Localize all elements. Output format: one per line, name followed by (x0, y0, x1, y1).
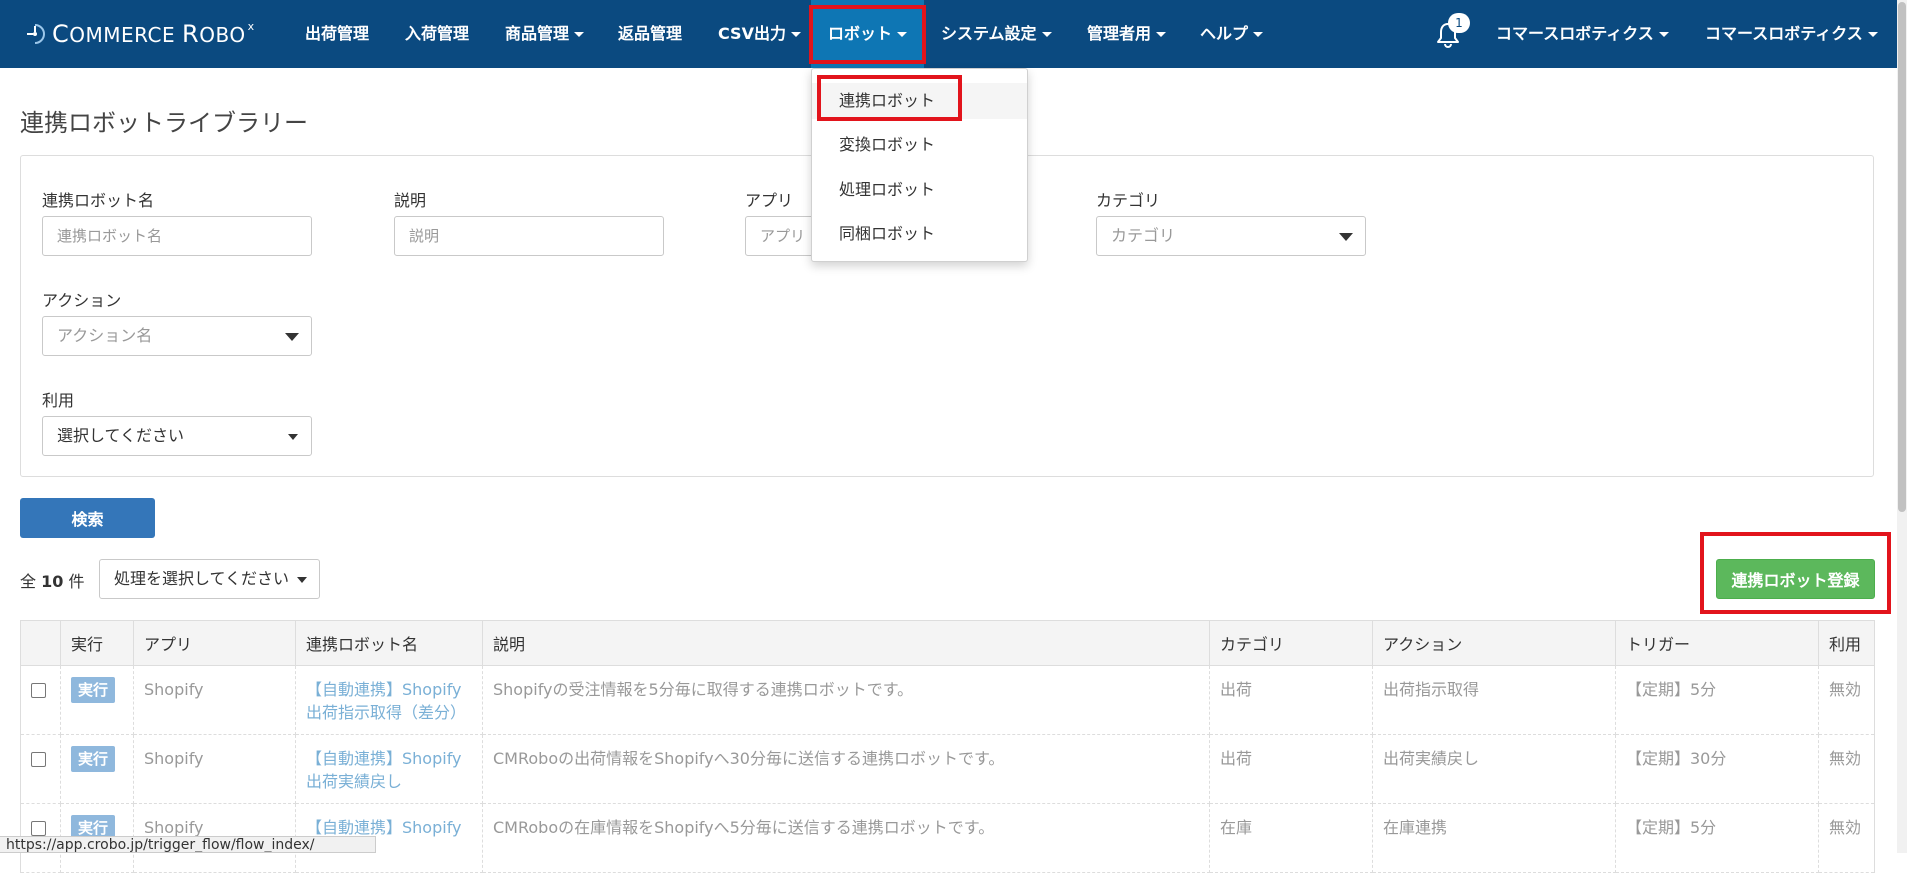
logo-text: COMMERCE ROBO x (52, 20, 255, 48)
row-description: CMRoboの在庫情報をShopifyへ5分毎に送信する連携ロボットです。 (482, 803, 1210, 873)
dropdown-item-link-robot[interactable]: 連携ロボット (812, 83, 1027, 119)
row-action: 出荷実績戻し (1372, 734, 1616, 804)
nav-system-settings[interactable]: システム設定 (941, 0, 1052, 68)
description-label: 説明 (394, 191, 427, 210)
header-usage[interactable]: 利用 (1818, 620, 1875, 666)
dropdown-item-bundle-robot[interactable]: 同梱ロボット (812, 216, 1027, 252)
row-category: 出荷 (1209, 665, 1373, 735)
dropdown-item-process-robot[interactable]: 処理ロボット (812, 172, 1027, 208)
process-select[interactable]: 処理を選択してください (99, 559, 320, 599)
logo-mark-icon (27, 24, 45, 44)
caret-down-icon (285, 333, 299, 341)
row-usage: 無効 (1818, 734, 1875, 804)
chevron-down-icon (892, 24, 907, 43)
scrollbar-thumb[interactable] (1898, 2, 1906, 512)
row-app: Shopify (133, 665, 296, 735)
nav-csv-export[interactable]: CSV出力 (718, 0, 801, 68)
row-trigger: 【定期】5分 (1615, 803, 1819, 873)
category-label: カテゴリ (1096, 191, 1161, 210)
action-label: アクション (42, 291, 122, 310)
nav-products[interactable]: 商品管理 (505, 0, 584, 68)
dropdown-item-convert-robot[interactable]: 変換ロボット (812, 127, 1027, 163)
row-checkbox[interactable] (31, 683, 46, 698)
row-usage: 無効 (1818, 665, 1875, 735)
nav-shipping[interactable]: 出荷管理 (305, 0, 369, 68)
header-run: 実行 (60, 620, 134, 666)
row-action: 出荷指示取得 (1372, 665, 1616, 735)
chevron-down-icon (1151, 24, 1166, 43)
usage-label: 利用 (42, 391, 75, 410)
chevron-down-icon (569, 24, 584, 43)
table-row: 実行 Shopify 【自動連携】Shopify出荷指示取得（差分） Shopi… (20, 665, 1875, 735)
caret-down-icon (1339, 233, 1353, 241)
row-checkbox[interactable] (31, 752, 46, 767)
nav-user-menu-1[interactable]: コマースロボティクス (1496, 0, 1669, 68)
nav-help[interactable]: ヘルプ (1200, 0, 1263, 68)
chevron-down-icon (1248, 24, 1263, 43)
table-row: 実行 Shopify 【自動連携】Shopify出荷実績戻し CMRoboの出荷… (20, 734, 1875, 804)
nav-receiving[interactable]: 入荷管理 (405, 0, 469, 68)
result-count: 全 10 件 (20, 572, 85, 591)
table-header-row: 実行 アプリ 連携ロボット名 説明 カテゴリ アクション トリガー 利用 (20, 620, 1875, 666)
action-select[interactable]: アクション名 (42, 316, 312, 356)
row-app: Shopify (133, 734, 296, 804)
header-action[interactable]: アクション (1372, 620, 1616, 666)
page-title: 連携ロボットライブラリー (20, 109, 308, 137)
run-button[interactable]: 実行 (71, 746, 116, 772)
row-category: 在庫 (1209, 803, 1373, 873)
nav-robot[interactable]: ロボット (811, 0, 924, 68)
row-robot-name-link[interactable]: 【自動連携】Shopify出荷実績戻し (295, 734, 483, 804)
page-scrollbar[interactable] (1897, 0, 1907, 853)
chevron-down-icon (1654, 24, 1669, 43)
top-navbar: COMMERCE ROBO x 出荷管理 入荷管理 商品管理 返品管理 CSV出力… (0, 0, 1907, 68)
usage-select[interactable]: 選択してください (42, 416, 312, 456)
header-robot-name[interactable]: 連携ロボット名 (295, 620, 483, 666)
run-button[interactable]: 実行 (71, 677, 116, 703)
browser-status-url: https://app.crobo.jp/trigger_flow/flow_i… (0, 836, 376, 853)
row-robot-name-link[interactable]: 【自動連携】Shopify出荷指示取得（差分） (295, 665, 483, 735)
robot-name-label: 連携ロボット名 (42, 191, 155, 210)
header-description[interactable]: 説明 (482, 620, 1210, 666)
row-trigger: 【定期】30分 (1615, 734, 1819, 804)
row-usage: 無効 (1818, 803, 1875, 873)
nav-admin[interactable]: 管理者用 (1087, 0, 1166, 68)
caret-down-icon (288, 434, 298, 440)
nav-user-menu-2[interactable]: コマースロボティクス (1705, 0, 1878, 68)
chevron-down-icon (1863, 24, 1878, 43)
row-action: 在庫連携 (1372, 803, 1616, 873)
header-select (20, 620, 61, 666)
chevron-down-icon (786, 24, 801, 43)
chevron-down-icon (1037, 24, 1052, 43)
robot-dropdown-menu: 連携ロボット 変換ロボット 処理ロボット 同梱ロボット (811, 68, 1028, 262)
register-link-robot-button[interactable]: 連携ロボット登録 (1716, 559, 1875, 599)
description-input[interactable] (394, 216, 664, 256)
header-app[interactable]: アプリ (133, 620, 296, 666)
commerce-robo-logo[interactable]: COMMERCE ROBO x (24, 20, 255, 48)
header-trigger[interactable]: トリガー (1615, 620, 1819, 666)
category-select[interactable]: カテゴリ (1096, 216, 1366, 256)
search-button[interactable]: 検索 (20, 498, 155, 538)
nav-returns[interactable]: 返品管理 (618, 0, 682, 68)
robot-name-input[interactable] (42, 216, 312, 256)
row-description: CMRoboの出荷情報をShopifyへ30分毎に送信する連携ロボットです。 (482, 734, 1210, 804)
header-category[interactable]: カテゴリ (1209, 620, 1373, 666)
row-checkbox[interactable] (31, 821, 46, 836)
row-trigger: 【定期】5分 (1615, 665, 1819, 735)
app-label: アプリ (745, 191, 794, 210)
row-description: Shopifyの受注情報を5分毎に取得する連携ロボットです。 (482, 665, 1210, 735)
notification-badge: 1 (1448, 13, 1470, 33)
row-category: 出荷 (1209, 734, 1373, 804)
